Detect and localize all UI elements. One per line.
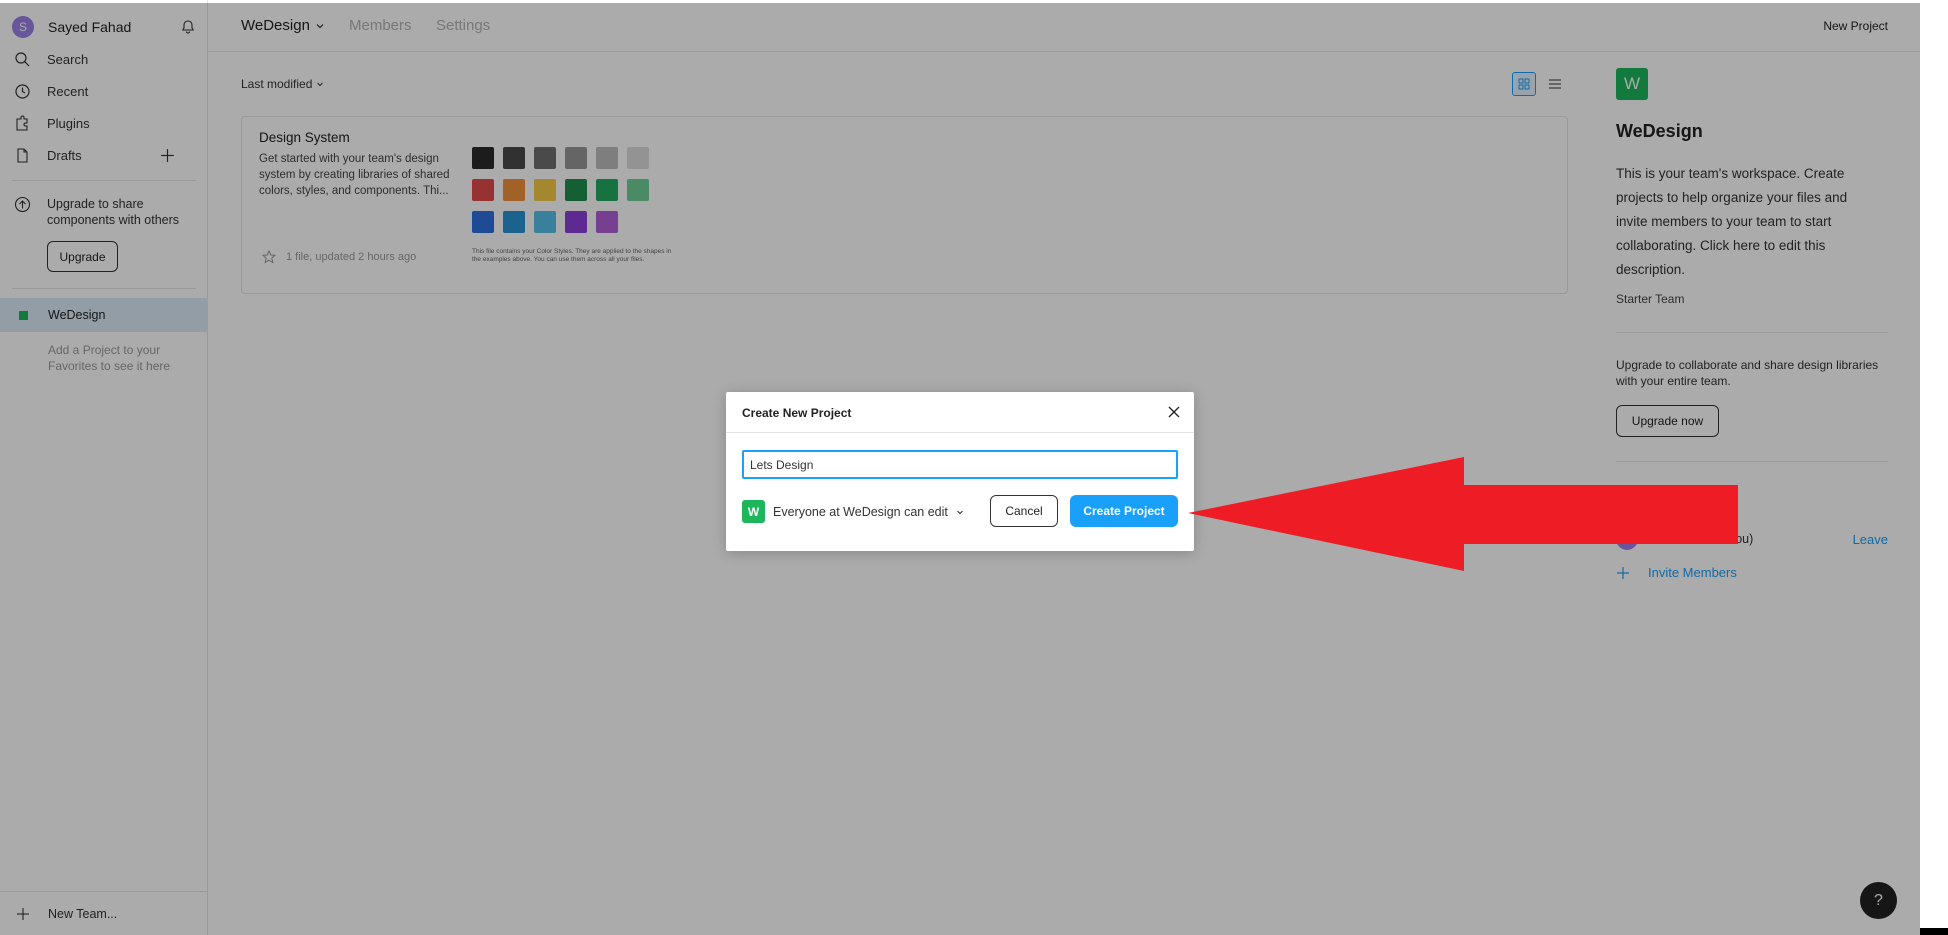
- dialog-title: Create New Project: [742, 406, 852, 420]
- project-name-input[interactable]: [742, 450, 1178, 479]
- dialog-header: Create New Project: [726, 392, 1194, 433]
- window-edge: [1920, 0, 1948, 935]
- permission-label: Everyone at WeDesign can edit: [773, 504, 948, 519]
- create-project-dialog: Create New Project W Everyone at WeDesig…: [726, 392, 1194, 551]
- cancel-button[interactable]: Cancel: [990, 495, 1058, 527]
- team-logo: W: [742, 500, 765, 523]
- permission-dropdown[interactable]: W Everyone at WeDesign can edit: [742, 500, 964, 523]
- window-edge-corner: [1920, 928, 1948, 935]
- create-project-button[interactable]: Create Project: [1070, 495, 1178, 527]
- chevron-down-icon: [956, 510, 963, 514]
- red-arrow-annotation: [1188, 457, 1738, 571]
- arrow-shape: [1188, 457, 1738, 571]
- close-icon[interactable]: [1166, 404, 1182, 420]
